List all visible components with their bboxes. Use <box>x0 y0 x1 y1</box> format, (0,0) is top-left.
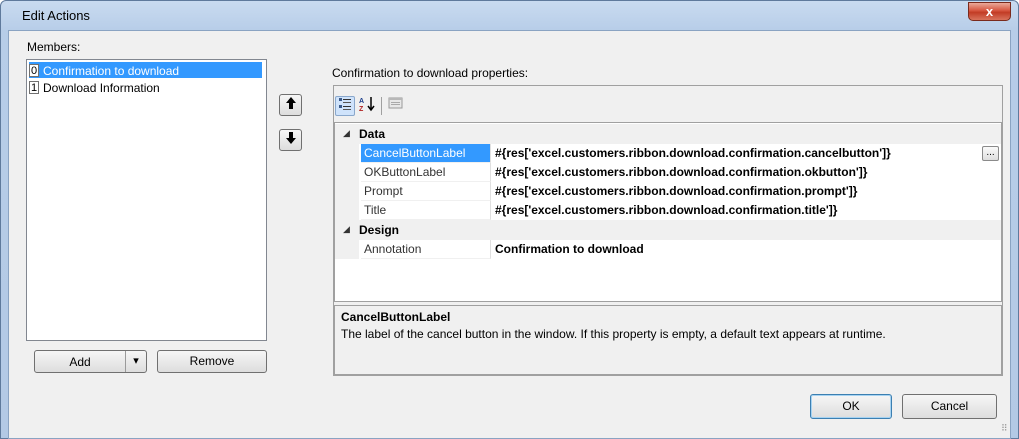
property-name[interactable]: Prompt <box>361 182 491 201</box>
members-list[interactable]: 0 Confirmation to download 1 Download Info… <box>26 59 267 341</box>
move-up-button[interactable] <box>279 94 302 116</box>
category-name: Data <box>359 127 386 141</box>
description-title: CancelButtonLabel <box>341 310 451 324</box>
list-item-index: 0 <box>29 64 39 78</box>
row-margin <box>335 144 359 163</box>
property-row-annotation[interactable]: Annotation Confirmation to download <box>335 240 1001 259</box>
cancel-button[interactable]: Cancel <box>902 394 997 419</box>
remove-button[interactable]: Remove <box>157 350 267 373</box>
category-data[interactable]: ◢ Data <box>335 124 1001 144</box>
collapse-icon[interactable]: ◢ <box>343 224 350 235</box>
dropdown-arrow-icon[interactable]: ▾ <box>128 354 144 367</box>
property-name[interactable]: Annotation <box>361 240 491 259</box>
property-row-prompt[interactable]: Prompt #{res['excel.customers.ribbon.dow… <box>335 182 1001 201</box>
property-name[interactable]: Title <box>361 201 491 220</box>
ellipsis-button[interactable]: ... <box>982 146 999 161</box>
row-margin <box>335 201 359 220</box>
members-label: Members: <box>27 40 81 54</box>
property-pages-icon <box>388 97 404 113</box>
property-row-cancelbuttonlabel[interactable]: CancelButtonLabel #{res['excel.customers… <box>335 144 1001 163</box>
properties-header: Confirmation to download properties: <box>332 66 529 80</box>
toolbar-separator <box>381 97 382 115</box>
svg-text:Z: Z <box>359 106 364 112</box>
add-button[interactable]: Add ▾ <box>34 350 147 373</box>
alphabetical-button[interactable]: A Z <box>358 96 378 116</box>
property-pages-button[interactable] <box>386 96 406 116</box>
resize-grip-icon[interactable]: ⠿ <box>1001 423 1016 436</box>
ok-button[interactable]: OK <box>810 394 892 419</box>
property-value[interactable]: #{res['excel.customers.ribbon.download.c… <box>495 201 837 220</box>
categorized-button[interactable] <box>335 96 355 116</box>
property-grid[interactable]: ◢ Data CancelButtonLabel #{res['excel.cu… <box>334 122 1002 302</box>
row-margin <box>335 163 359 182</box>
row-margin <box>335 182 359 201</box>
description-text: The label of the cancel button in the wi… <box>341 327 886 341</box>
collapse-icon[interactable]: ◢ <box>343 128 350 139</box>
list-item-label: Confirmation to download <box>43 63 180 78</box>
category-design[interactable]: ◢ Design <box>335 220 1001 240</box>
close-icon: x <box>985 4 994 19</box>
move-down-button[interactable] <box>279 129 302 151</box>
title-bar[interactable]: Edit Actions x <box>1 1 1018 31</box>
row-margin <box>335 240 359 259</box>
add-button-divider <box>125 351 126 372</box>
arrow-down-icon <box>285 132 296 147</box>
property-value[interactable]: #{res['excel.customers.ribbon.download.c… <box>495 144 891 163</box>
property-row-okbuttonlabel[interactable]: OKButtonLabel #{res['excel.customers.rib… <box>335 163 1001 182</box>
property-value[interactable]: Confirmation to download <box>495 240 644 259</box>
list-item[interactable]: 1 Download Information <box>29 79 160 95</box>
list-item-index: 1 <box>29 81 39 95</box>
category-name: Design <box>359 223 400 237</box>
alphabetical-icon: A Z <box>359 97 377 115</box>
property-description: CancelButtonLabel The label of the cance… <box>334 305 1002 375</box>
property-row-title[interactable]: Title #{res['excel.customers.ribbon.down… <box>335 201 1001 220</box>
arrow-up-icon <box>285 97 296 112</box>
window-title: Edit Actions <box>22 8 90 23</box>
list-item-label: Download Information <box>43 80 160 95</box>
categorized-icon <box>338 98 352 114</box>
property-value[interactable]: #{res['excel.customers.ribbon.download.c… <box>495 182 857 201</box>
list-item[interactable]: 0 Confirmation to download <box>29 62 262 78</box>
close-button[interactable]: x <box>968 2 1011 21</box>
add-button-label: Add <box>69 355 91 369</box>
property-value[interactable]: #{res['excel.customers.ribbon.download.c… <box>495 163 867 182</box>
svg-text:A: A <box>359 98 364 105</box>
property-name[interactable]: OKButtonLabel <box>361 163 491 182</box>
property-name[interactable]: CancelButtonLabel <box>361 144 491 163</box>
